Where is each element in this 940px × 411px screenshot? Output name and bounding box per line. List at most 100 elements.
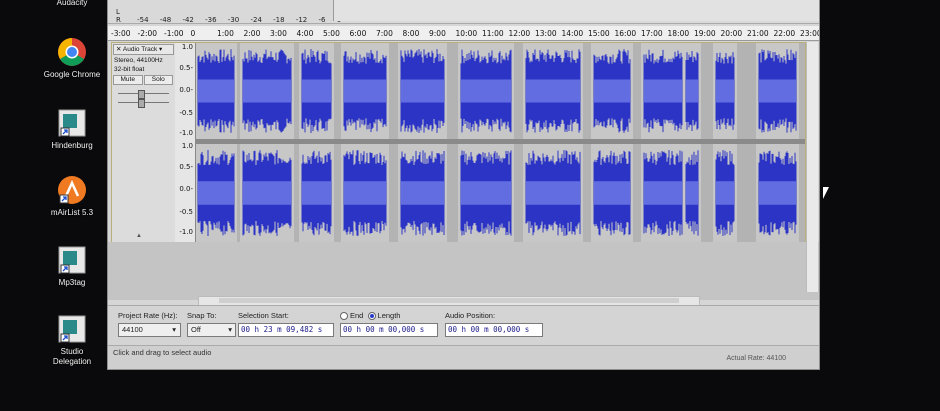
timeline-tick-label: 0 — [190, 29, 196, 38]
waveform-rms — [243, 79, 291, 103]
timeline-tick-label: 22:00 — [773, 29, 796, 38]
amplitude-tick-label: -0.5 — [179, 208, 193, 216]
empty-track-area[interactable] — [108, 242, 819, 300]
snap-value: Off — [191, 325, 201, 334]
edit-toolbar — [333, 0, 819, 21]
desktop-icon-hindenburg[interactable]: Hindenburg — [24, 108, 120, 151]
actual-rate: Actual Rate: 44100 — [726, 355, 786, 362]
desktop-icon-mairlist[interactable]: mAirList 5.3 — [24, 175, 120, 218]
amplitude-tick-label: 1.0 — [181, 142, 193, 150]
track-bit-depth: 32-bit float — [114, 66, 145, 73]
meter-tick: -36 — [205, 16, 217, 24]
channel-separator — [196, 139, 805, 144]
timeline-tick-label: 1:00 — [217, 29, 234, 38]
meter-tick: -6 — [318, 16, 326, 24]
timeline-tick-label: 19:00 — [694, 29, 716, 38]
timeline-tick-label: 6:00 — [349, 29, 367, 38]
track-name-menu[interactable]: ✕ Audio Track ▾ — [113, 44, 174, 55]
solo-button[interactable]: Solo — [143, 75, 173, 85]
end-radio[interactable] — [340, 312, 348, 321]
amplitude-tick-label: 0.5- — [179, 64, 193, 72]
end-length-toggle: End Length — [340, 311, 401, 321]
selection-start-value: 00 h 23 m 09,482 s — [241, 325, 323, 334]
length-label: Length — [377, 311, 401, 320]
selection-start-field[interactable]: 00 h 23 m 09,482 s — [238, 323, 334, 337]
project-rate-select[interactable]: 44100 ▾ — [118, 323, 181, 337]
waveform-area[interactable] — [196, 43, 805, 242]
timeline-tick-label: 18:00 — [667, 29, 690, 38]
mp3tag-icon — [57, 245, 87, 275]
timeline-tick-label: 14:00 — [561, 29, 584, 38]
amplitude-ruler: 1.0 0.5- 0.0- -0.5 -1.0 1.0 0.5- 0.0- -0.5 -1.0 — [175, 43, 196, 242]
timeline-tick-label: 3:00 — [270, 29, 287, 38]
meter-tick: -12 — [295, 16, 308, 24]
amplitude-tick-label: -1.0 — [179, 228, 193, 236]
project-rate-label: Project Rate (Hz): — [118, 311, 178, 320]
desktop-icon-mp3tag[interactable]: Mp3tag — [24, 245, 120, 288]
waveform-rms — [243, 181, 291, 205]
status-bar: Click and drag to select audio Actual Ra… — [108, 345, 819, 369]
waveform-rms — [198, 79, 234, 103]
meter-tick: -24 — [250, 16, 262, 24]
meter-tick: -48 — [159, 16, 172, 24]
timeline-tick-label: -1:00 — [164, 29, 184, 38]
meter-tick: -54 — [137, 16, 149, 24]
waveform-rms — [461, 79, 511, 103]
slider-knob[interactable] — [138, 90, 145, 99]
timeline-tick-label: 4:00 — [296, 29, 314, 38]
timeline-tick-label: 15:00 — [588, 29, 610, 38]
track-control-panel: ✕ Audio Track ▾ Stereo, 44100Hz 32-bit f… — [112, 43, 176, 242]
timeline-tick-label: 23:00 — [800, 29, 820, 38]
chevron-down-icon: ▾ — [228, 325, 232, 334]
waveform-rms — [686, 79, 698, 103]
gain-slider[interactable] — [118, 90, 169, 99]
timeline-tick-label: 13:00 — [535, 29, 557, 38]
waveform-rms — [526, 181, 580, 205]
chevron-down-icon: ▾ — [172, 325, 176, 334]
desktop-icon-label: Google Chrome — [43, 70, 101, 79]
amplitude-tick-label: 0.5- — [179, 163, 193, 171]
timeline-tick-label: 12:00 — [508, 29, 531, 38]
vertical-scrollbar[interactable] — [806, 42, 818, 292]
waveform-rms — [594, 181, 630, 205]
timeline-tick-label: 16:00 — [614, 29, 637, 38]
desktop-icon-chrome[interactable]: Google Chrome — [24, 37, 120, 80]
pan-slider[interactable] — [118, 99, 169, 108]
timeline-tick-label: -2:00 — [137, 29, 158, 38]
timeline-tick-label: 17:00 — [641, 29, 663, 38]
waveform-rms — [344, 181, 386, 205]
audio-position-label: Audio Position: — [445, 311, 496, 320]
track-format: Stereo, 44100Hz — [114, 57, 163, 64]
waveform-rms — [344, 79, 386, 103]
mouse-cursor — [823, 187, 829, 199]
length-value: 00 h 00 m 00,000 s — [343, 325, 425, 334]
snap-select[interactable]: Off ▾ — [187, 323, 236, 337]
timeline-tick-label: 5:00 — [323, 29, 340, 38]
slider-knob[interactable] — [138, 99, 145, 108]
length-radio[interactable] — [367, 312, 376, 321]
timeline-ruler[interactable]: -3:00 -2:00 -1:00 0 1:00 2:00 3:00 4:00 5:00 6:00… — [108, 26, 819, 41]
scroll-thumb[interactable] — [219, 298, 679, 303]
meter-tick: -18 — [273, 16, 285, 24]
waveform-rms — [302, 181, 331, 205]
amplitude-tick-label: -0.5 — [179, 109, 193, 117]
waveform-rms — [644, 181, 682, 205]
waveform-rms — [302, 79, 331, 103]
desktop-icon-audacity[interactable]: Audacity — [24, 0, 120, 8]
waveform-rms — [716, 79, 734, 103]
project-rate-value: 44100 — [122, 325, 143, 334]
hindenburg-icon — [57, 108, 87, 138]
waveform-rms — [526, 79, 580, 103]
timeline-tick-label: -3:00 — [111, 29, 131, 38]
audio-position-field[interactable]: 00 h 00 m 00,000 s — [445, 323, 543, 337]
desktop-icon-label: Mp3tag — [58, 278, 86, 287]
amplitude-tick-label: 1.0 — [181, 43, 193, 51]
length-field[interactable]: 00 h 00 m 00,000 s — [340, 323, 438, 337]
status-hint: Click and drag to select audio — [113, 348, 212, 357]
mute-button[interactable]: Mute — [113, 75, 143, 85]
timeline-tick-label: 8:00 — [402, 29, 420, 38]
close-icon[interactable]: ✕ — [116, 46, 121, 53]
collapse-track-icon[interactable]: ▲ — [136, 233, 142, 239]
waveform-svg[interactable] — [196, 43, 805, 242]
desktop-icon-studio-delegation[interactable]: Studio Delegation — [24, 314, 120, 367]
